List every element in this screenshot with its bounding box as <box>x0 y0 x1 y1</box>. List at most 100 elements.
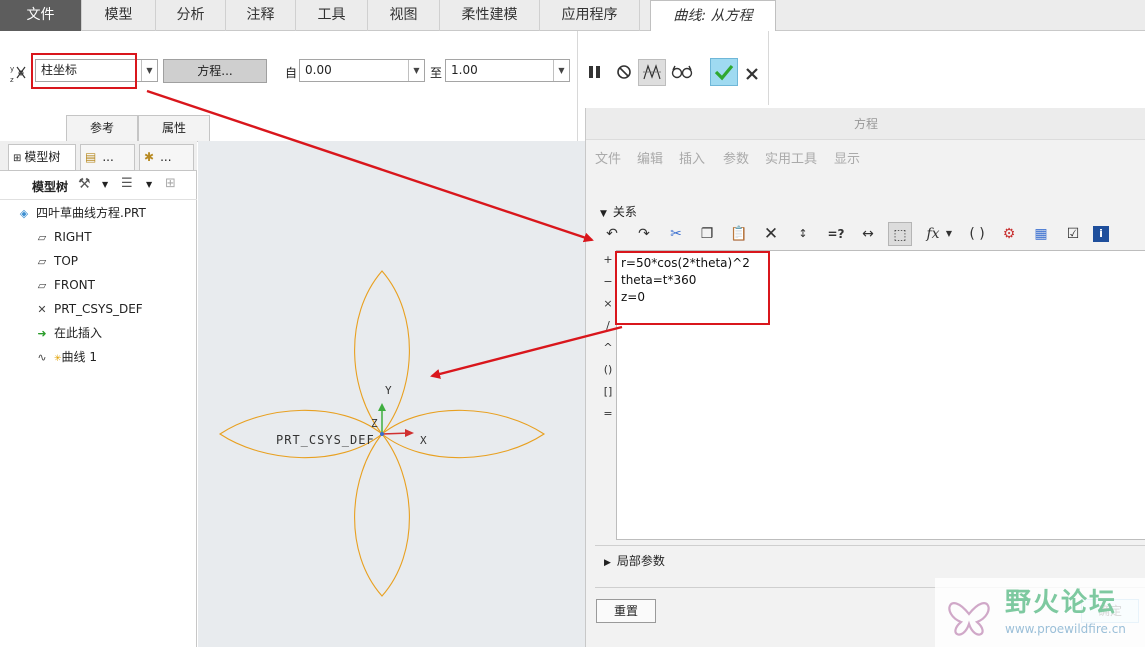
chevron-down-icon[interactable]: ▼ <box>141 60 157 81</box>
operator-multiply[interactable]: × <box>602 297 614 310</box>
model-tree-panel: ⊞ 模型树 ▤... ✱... 模型树 ⚒ ▼ ☰ ▼ ⊞ ◈ 四叶草曲线方程.PR… <box>0 141 197 647</box>
operator-equals[interactable]: = <box>602 407 614 420</box>
tab-analysis[interactable]: 分析 <box>156 0 226 31</box>
axis-y-label: Y <box>385 384 392 397</box>
reset-button[interactable]: 重置 <box>596 599 656 623</box>
to-value-input[interactable]: 1.00 ▼ <box>445 59 570 82</box>
equation-line: theta=t*360 <box>621 273 697 287</box>
coordinate-type-select[interactable]: 柱坐标 ▼ <box>35 59 158 82</box>
operator-parens[interactable]: () <box>602 363 614 376</box>
section-divider <box>595 545 1145 546</box>
no-preview-icon[interactable] <box>614 61 634 83</box>
tab-curve-from-equation[interactable]: 曲线: 从方程 <box>650 0 776 32</box>
redo-icon[interactable]: ↷ <box>632 222 656 246</box>
datum-plane-icon: ▱ <box>37 231 47 244</box>
curve-icon: ∿ <box>37 351 47 364</box>
verify-glasses-icon[interactable] <box>670 61 694 83</box>
tab-applications[interactable]: 应用程序 <box>540 0 640 31</box>
new-feature-icon: ✳ <box>54 354 62 364</box>
relations-section-header[interactable]: ▼ 关系 <box>600 203 637 220</box>
check-units-icon[interactable]: ⚙ <box>997 222 1021 246</box>
local-params-icon[interactable]: ▦ <box>1029 222 1053 246</box>
local-params-section-header[interactable]: ▶ 局部参数 <box>604 552 665 569</box>
tab-favorites[interactable]: ✱... <box>139 144 194 171</box>
menu-file[interactable]: 文件 <box>595 148 621 167</box>
relations-editor[interactable]: r=50*cos(2*theta)^2 theta=t*360 z=0 <box>616 250 1145 540</box>
menu-insert[interactable]: 插入 <box>679 148 705 167</box>
tab-model-tree[interactable]: ⊞ 模型树 <box>8 144 76 171</box>
tree-toolbar-label: 模型树 <box>32 180 69 194</box>
cut-icon[interactable]: ✂ <box>664 222 688 246</box>
tree-item-curve[interactable]: ∿ ✳曲线 1 <box>34 346 97 368</box>
sort-relations-icon[interactable]: ↕ <box>791 222 815 246</box>
confirm-check-icon[interactable] <box>710 58 738 86</box>
tree-item-front[interactable]: ▱ FRONT <box>34 274 95 296</box>
brackets-icon[interactable]: ( ) <box>965 222 989 246</box>
axis-x-label: X <box>420 434 427 447</box>
dimension-icon[interactable]: ↔ <box>856 222 880 246</box>
tab-view[interactable]: 视图 <box>368 0 440 31</box>
coordinate-system-icon: y z <box>9 62 31 84</box>
operator-divide[interactable]: / <box>602 319 614 332</box>
to-label: 至 <box>430 66 443 80</box>
subtab-references[interactable]: 参考 <box>66 115 138 141</box>
subtab-properties[interactable]: 属性 <box>138 115 210 141</box>
chevron-down-icon[interactable]: ▼ <box>553 60 569 81</box>
tab-tools[interactable]: 工具 <box>296 0 368 31</box>
verify-relations-icon[interactable]: ☑ <box>1061 222 1085 246</box>
from-value-input[interactable]: 0.00 ▼ <box>299 59 425 82</box>
svg-text:y: y <box>10 65 14 73</box>
tree-item-right[interactable]: ▱ RIGHT <box>34 226 92 248</box>
preview-geometry-icon[interactable] <box>638 59 666 86</box>
watermark-logo-icon <box>948 602 990 636</box>
caret-right-icon: ▶ <box>604 558 611 568</box>
caret-down-icon: ▼ <box>600 209 607 219</box>
operator-brackets[interactable]: [] <box>602 385 614 398</box>
menu-display[interactable]: 显示 <box>834 148 860 167</box>
chevron-down-icon[interactable]: ▼ <box>146 180 152 189</box>
axis-z-label: Z <box>371 417 378 430</box>
datum-plane-icon: ▱ <box>37 255 47 268</box>
copy-icon[interactable]: ❐ <box>695 222 719 246</box>
chevron-down-icon[interactable]: ▼ <box>942 222 956 246</box>
chevron-down-icon[interactable]: ▼ <box>408 60 424 81</box>
coordinate-type-value: 柱坐标 <box>41 63 78 77</box>
equation-line: r=50*cos(2*theta)^2 <box>621 256 750 270</box>
cancel-x-icon[interactable] <box>743 62 761 84</box>
info-icon[interactable]: i <box>1093 226 1109 242</box>
operator-plus[interactable]: + <box>602 253 614 266</box>
chevron-down-icon[interactable]: ▼ <box>102 180 108 189</box>
tree-item-top[interactable]: ▱ TOP <box>34 250 78 272</box>
tab-annotate[interactable]: 注释 <box>226 0 296 31</box>
tree-settings-icon[interactable]: ⚒ <box>78 176 91 192</box>
watermark-url: www.proewildfire.cn <box>1005 622 1126 636</box>
tree-filter-icon[interactable]: ☰ <box>121 176 133 191</box>
watermark-text: 野火论坛 <box>1005 588 1118 618</box>
tree-columns-icon[interactable]: ⊞ <box>165 176 176 191</box>
ribbon-tab-bar: 文件 模型 分析 注释 工具 视图 柔性建模 应用程序 曲线: 从方程 <box>0 0 1145 32</box>
from-label: 自 <box>285 66 298 80</box>
paste-icon[interactable]: 📋 <box>727 222 751 246</box>
tree-item-insert-here[interactable]: ➜ 在此插入 <box>34 322 102 344</box>
tree-item-csys[interactable]: ✕ PRT_CSYS_DEF <box>34 298 142 320</box>
undo-icon[interactable]: ↶ <box>600 222 624 246</box>
show-dimension-icon[interactable]: ⬚ <box>888 222 912 246</box>
tree-item-part[interactable]: ◈ 四叶草曲线方程.PRT <box>16 202 146 224</box>
favorites-icon: ✱ <box>144 150 155 164</box>
menu-utilities[interactable]: 实用工具 <box>765 148 817 167</box>
forum-watermark: 野火论坛 www.proewildfire.cn <box>935 578 1145 647</box>
tab-flexible-modeling[interactable]: 柔性建模 <box>440 0 540 31</box>
evaluate-icon[interactable]: =? <box>824 222 848 246</box>
operator-minus[interactable]: − <box>602 275 614 288</box>
tab-model[interactable]: 模型 <box>82 0 156 31</box>
pause-icon[interactable] <box>586 61 604 83</box>
operator-power[interactable]: ^ <box>602 341 614 354</box>
tab-file[interactable]: 文件 <box>0 0 82 31</box>
menu-edit[interactable]: 编辑 <box>637 148 663 167</box>
delete-icon[interactable]: ✕ <box>759 222 783 246</box>
menu-parameters[interactable]: 参数 <box>723 148 749 167</box>
app-window: 文件 模型 分析 注释 工具 视图 柔性建模 应用程序 曲线: 从方程 y z … <box>0 0 1145 647</box>
part-icon: ◈ <box>19 207 29 220</box>
tab-layers[interactable]: ▤... <box>80 144 135 171</box>
equation-button[interactable]: 方程... <box>163 59 267 83</box>
